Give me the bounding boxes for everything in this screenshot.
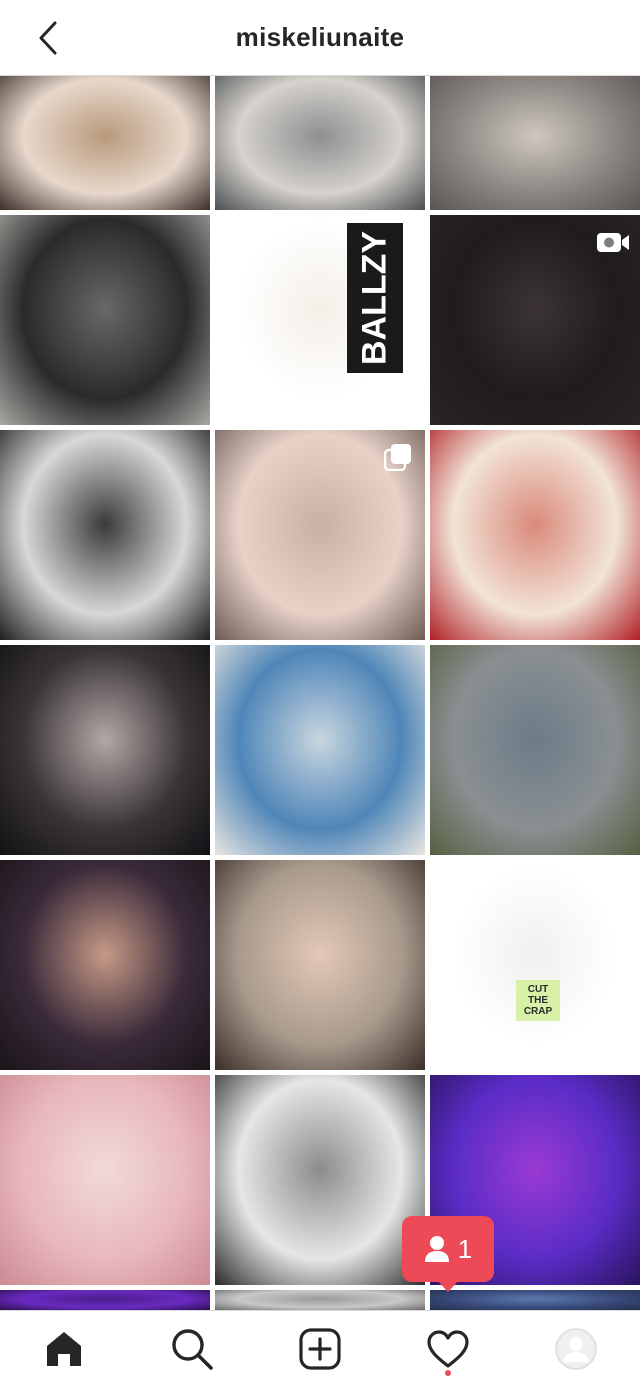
grid-post-tile[interactable] [0,645,210,855]
grid-post-tile[interactable] [430,76,640,210]
tab-home[interactable] [40,1325,88,1373]
video-icon [596,227,630,257]
grid-post-tile[interactable] [0,1075,210,1285]
grid-post-tile[interactable]: CUT THE CRAP [430,860,640,1070]
tile-caption-text: BALLZY [347,223,403,373]
bottom-tab-bar [0,1310,640,1386]
search-icon [172,1329,213,1370]
tab-activity[interactable] [424,1325,472,1373]
grid-post-tile[interactable] [430,645,640,855]
activity-indicator-dot [445,1370,451,1376]
carousel-icon [596,872,630,902]
grid-post-tile[interactable] [215,860,425,1070]
grid-post-tile[interactable] [0,860,210,1070]
profile-avatar-icon [555,1328,597,1370]
new-post-icon [299,1328,341,1370]
home-icon [47,1332,81,1366]
grid-post-tile[interactable] [430,430,640,640]
grid-post-tile[interactable] [215,1290,425,1310]
grid-post-tile[interactable] [0,215,210,425]
tab-search[interactable] [168,1325,216,1373]
activity-notification-badge[interactable]: 1 [402,1216,494,1282]
grid-post-tile[interactable] [215,645,425,855]
person-icon [424,1236,449,1262]
grid-post-tile[interactable] [0,430,210,640]
grid-post-tile[interactable] [215,430,425,640]
profile-username: miskeliunaite [235,22,405,52]
carousel-icon [381,442,415,472]
heart-icon [427,1330,469,1368]
tab-profile[interactable] [552,1325,600,1373]
grid-post-tile[interactable] [215,76,425,210]
notification-pointer [437,1280,459,1292]
grid-post-tile[interactable] [0,76,210,210]
top-bar: miskeliunaite [0,0,640,76]
grid-post-tile[interactable] [430,1290,640,1310]
photo-grid: BALLZY CUT THE CRAP [0,76,640,1310]
tile-caption-text: CUT THE CRAP [516,980,560,1021]
grid-post-tile[interactable] [215,1075,425,1285]
back-button[interactable] [28,18,68,58]
tab-new-post[interactable] [296,1325,344,1373]
grid-post-tile[interactable]: BALLZY [215,215,425,425]
notification-count: 1 [457,1233,473,1264]
chevron-left-icon [39,21,57,55]
grid-post-tile[interactable] [0,1290,210,1310]
grid-post-tile[interactable] [430,215,640,425]
